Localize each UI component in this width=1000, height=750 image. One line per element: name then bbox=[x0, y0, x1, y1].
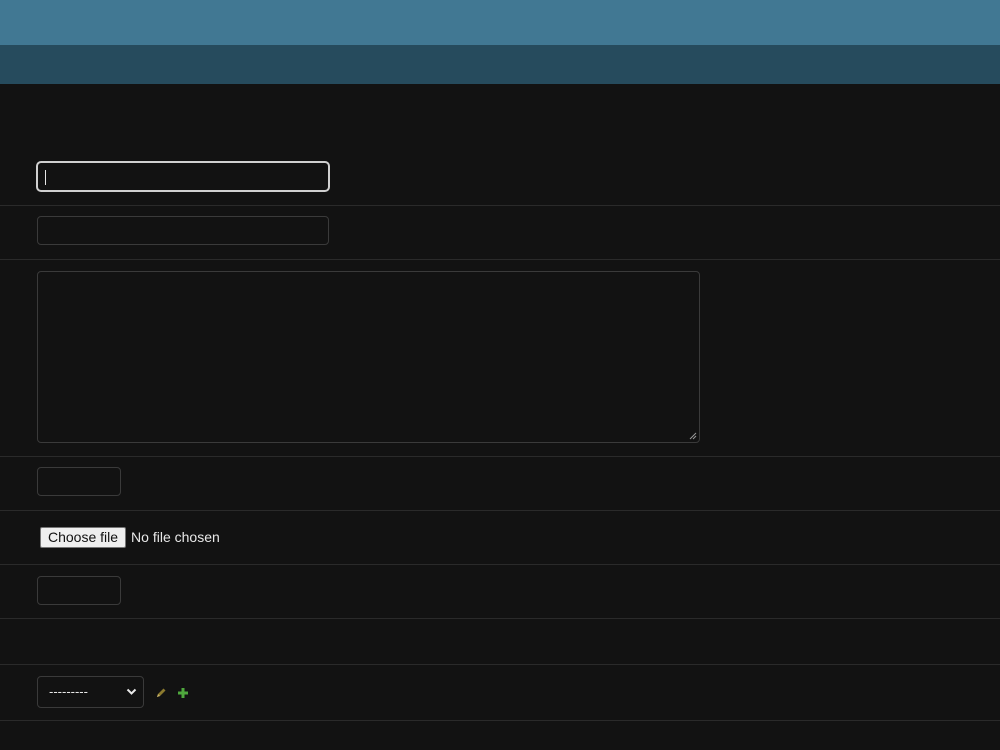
text-cursor bbox=[45, 170, 46, 185]
breadcrumb-bar bbox=[0, 45, 1000, 84]
chevron-down-icon bbox=[126, 688, 137, 695]
text-input-2[interactable] bbox=[37, 216, 329, 245]
number-input-2[interactable] bbox=[37, 576, 121, 605]
row-divider bbox=[0, 259, 1000, 260]
plus-icon[interactable] bbox=[177, 687, 189, 699]
row-divider bbox=[0, 456, 1000, 457]
related-select[interactable]: --------- bbox=[37, 676, 144, 708]
resize-handle-icon[interactable] bbox=[689, 432, 697, 440]
text-input-1[interactable] bbox=[36, 161, 330, 192]
row-divider bbox=[0, 564, 1000, 565]
choose-file-button[interactable]: Choose file bbox=[40, 526, 127, 548]
number-input-1[interactable] bbox=[37, 467, 121, 496]
select-value: --------- bbox=[49, 684, 88, 699]
pencil-icon[interactable] bbox=[155, 687, 167, 699]
textarea-input[interactable] bbox=[37, 271, 700, 443]
header-bar bbox=[0, 0, 1000, 45]
file-input[interactable]: Choose file No file chosen bbox=[40, 526, 220, 548]
row-divider bbox=[0, 664, 1000, 665]
row-divider bbox=[0, 720, 1000, 721]
row-divider bbox=[0, 618, 1000, 619]
row-divider bbox=[0, 510, 1000, 511]
file-status-text: No file chosen bbox=[131, 529, 220, 545]
row-divider bbox=[0, 205, 1000, 206]
